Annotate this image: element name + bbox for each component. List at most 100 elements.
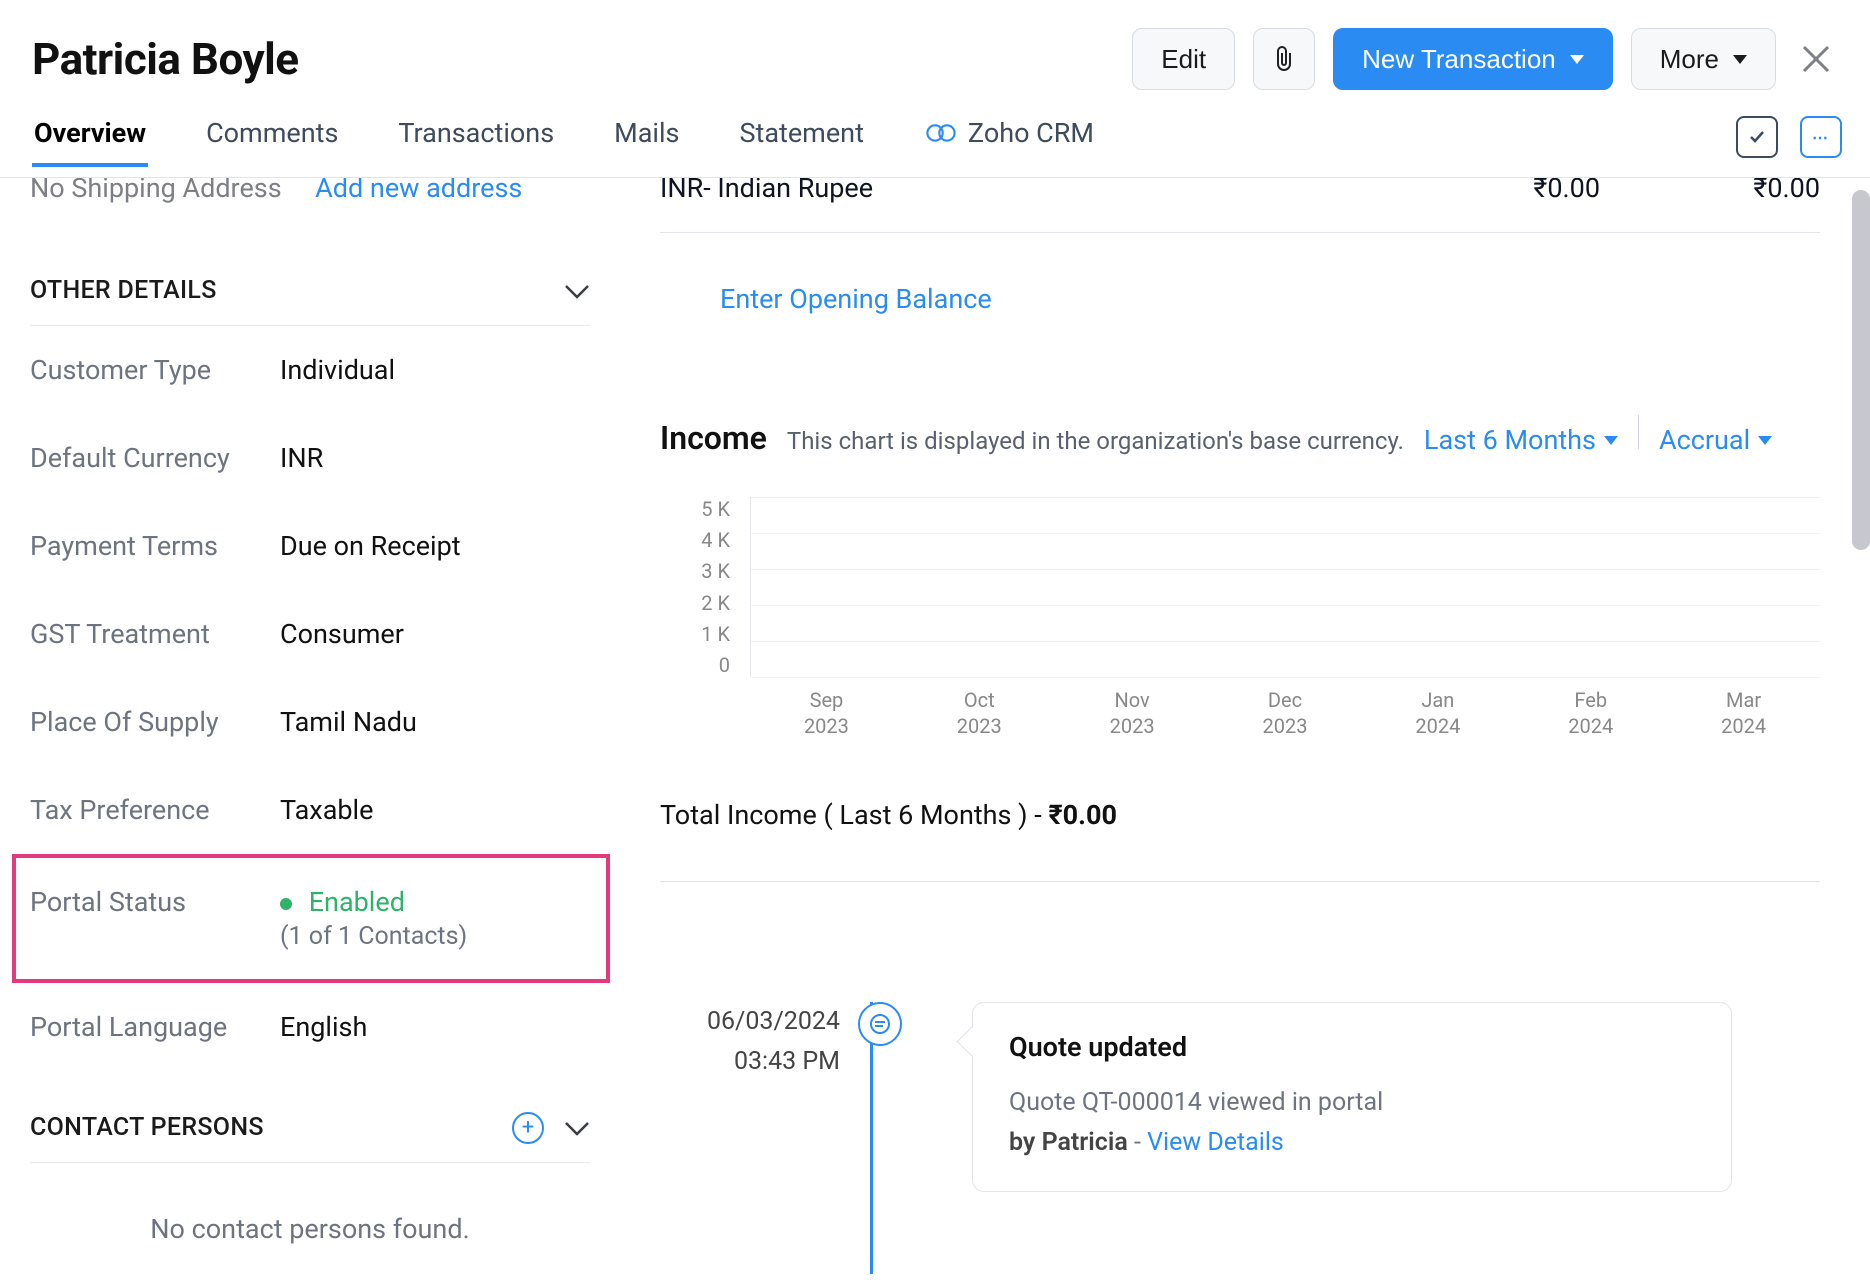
event-timestamp: 06/03/2024 03:43 PM xyxy=(660,1002,840,1082)
y-tick: 1 K xyxy=(701,622,730,646)
event-title: Quote updated xyxy=(1009,1031,1695,1063)
separator xyxy=(1638,415,1639,449)
other-details-header[interactable]: OTHER DETAILS xyxy=(30,274,590,326)
tab-mails[interactable]: Mails xyxy=(612,117,681,167)
contact-persons-title: CONTACT PERSONS xyxy=(30,1113,264,1142)
y-tick: 2 K xyxy=(701,591,730,615)
chat-dots-icon: ⋯ xyxy=(1812,128,1830,147)
page-title: Patricia Boyle xyxy=(32,33,299,85)
gridline xyxy=(751,533,1820,534)
value-portal-status: Enabled xyxy=(280,886,467,918)
value-default-currency: INR xyxy=(280,442,323,474)
x-tick: Nov2023 xyxy=(1056,687,1209,739)
x-tick: Mar2024 xyxy=(1667,687,1820,739)
basis-dropdown[interactable]: Accrual xyxy=(1659,424,1772,456)
event-card: Quote updated Quote QT-000014 viewed in … xyxy=(972,1002,1732,1192)
close-icon xyxy=(1800,43,1832,75)
label-tax-preference: Tax Preference xyxy=(30,794,280,826)
scrollbar[interactable] xyxy=(1852,190,1870,550)
currency-balance-row: INR- Indian Rupee ₹0.00 ₹0.00 xyxy=(660,178,1820,233)
attachment-button[interactable] xyxy=(1253,28,1315,90)
gridline xyxy=(751,677,1820,678)
portal-status-text: Enabled xyxy=(309,886,405,918)
total-income-label: Total Income ( Last 6 Months ) - xyxy=(660,799,1048,831)
chart-y-axis: 5 K4 K3 K2 K1 K0 xyxy=(660,497,730,677)
row-payment-terms: Payment Terms Due on Receipt xyxy=(30,502,590,590)
enter-opening-balance-link[interactable]: Enter Opening Balance xyxy=(720,283,992,315)
new-transaction-button[interactable]: New Transaction xyxy=(1333,28,1613,90)
gridline xyxy=(751,569,1820,570)
caret-down-icon xyxy=(1570,55,1584,64)
event-body-text: Quote QT-000014 viewed in portal xyxy=(1009,1088,1383,1117)
y-tick: 4 K xyxy=(701,528,730,552)
shipping-address-label: No Shipping Address xyxy=(30,178,282,204)
caret-down-icon xyxy=(1733,55,1747,64)
total-income-row: Total Income ( Last 6 Months ) - ₹0.00 xyxy=(660,799,1820,882)
x-tick: Dec2023 xyxy=(1209,687,1362,739)
checklist-icon-button[interactable] xyxy=(1736,116,1778,158)
row-tax-preference: Tax Preference Taxable xyxy=(30,766,590,854)
event-sep: - xyxy=(1134,1128,1147,1157)
zoho-crm-icon xyxy=(924,121,958,145)
chat-icon-button[interactable]: ⋯ xyxy=(1800,116,1842,158)
currency-amount-1: ₹0.00 xyxy=(1420,178,1600,204)
y-tick: 5 K xyxy=(701,497,730,521)
row-portal-language: Portal Language English xyxy=(30,983,590,1071)
x-tick: Feb2024 xyxy=(1514,687,1667,739)
label-customer-type: Customer Type xyxy=(30,354,280,386)
tab-transactions[interactable]: Transactions xyxy=(396,117,556,167)
more-button[interactable]: More xyxy=(1631,28,1776,90)
range-dropdown[interactable]: Last 6 Months xyxy=(1424,424,1618,456)
chevron-down-icon xyxy=(564,1111,590,1144)
label-portal-language: Portal Language xyxy=(30,1011,280,1043)
close-button[interactable] xyxy=(1794,37,1838,81)
y-tick: 0 xyxy=(719,653,730,677)
more-label: More xyxy=(1660,44,1719,75)
tab-zoho-crm[interactable]: Zoho CRM xyxy=(922,117,1096,167)
value-payment-terms: Due on Receipt xyxy=(280,530,461,562)
contact-persons-header[interactable]: CONTACT PERSONS + xyxy=(30,1111,590,1163)
x-tick: Jan2024 xyxy=(1361,687,1514,739)
chart-x-axis: Sep2023Oct2023Nov2023Dec2023Jan2024Feb20… xyxy=(750,687,1820,739)
income-title: Income xyxy=(660,419,767,457)
activity-timeline: 06/03/2024 03:43 PM Quote updated Quote … xyxy=(660,1002,1820,1192)
label-portal-status: Portal Status xyxy=(30,886,280,918)
basis-label: Accrual xyxy=(1659,424,1750,456)
tab-comments[interactable]: Comments xyxy=(204,117,340,167)
row-gst-treatment: GST Treatment Consumer xyxy=(30,590,590,678)
currency-label: INR- Indian Rupee xyxy=(660,178,1380,204)
row-place-of-supply: Place Of Supply Tamil Nadu xyxy=(30,678,590,766)
event-time: 03:43 PM xyxy=(660,1042,840,1082)
label-gst-treatment: GST Treatment xyxy=(30,618,280,650)
event-dot xyxy=(858,1002,902,1046)
timeline-event: 06/03/2024 03:43 PM Quote updated Quote … xyxy=(660,1002,1820,1192)
chart-plot-area xyxy=(750,497,1820,677)
income-chart: 5 K4 K3 K2 K1 K0 xyxy=(660,497,1820,677)
chevron-down-icon xyxy=(564,274,590,307)
message-icon xyxy=(869,1013,891,1035)
total-income-value: ₹0.00 xyxy=(1048,799,1117,831)
row-default-currency: Default Currency INR xyxy=(30,414,590,502)
value-portal-language: English xyxy=(280,1011,367,1043)
add-address-link[interactable]: Add new address xyxy=(315,178,522,204)
label-place-of-supply: Place Of Supply xyxy=(30,706,280,738)
main-panel: INR- Indian Rupee ₹0.00 ₹0.00 Enter Open… xyxy=(620,178,1870,1274)
tab-overview[interactable]: Overview xyxy=(32,117,148,167)
edit-button[interactable]: Edit xyxy=(1132,28,1235,90)
event-by-name: Patricia xyxy=(1042,1128,1128,1157)
view-details-link[interactable]: View Details xyxy=(1147,1123,1284,1163)
x-tick: Sep2023 xyxy=(750,687,903,739)
row-customer-type: Customer Type Individual xyxy=(30,326,590,414)
value-place-of-supply: Tamil Nadu xyxy=(280,706,417,738)
event-body: Quote QT-000014 viewed in portal by Patr… xyxy=(1009,1083,1695,1163)
tab-statement[interactable]: Statement xyxy=(737,117,865,167)
tab-zoho-crm-label: Zoho CRM xyxy=(968,117,1094,149)
x-tick: Oct2023 xyxy=(903,687,1056,739)
label-default-currency: Default Currency xyxy=(30,442,280,474)
paperclip-icon xyxy=(1272,45,1296,73)
gridline xyxy=(751,641,1820,642)
value-customer-type: Individual xyxy=(280,354,395,386)
add-contact-person-button[interactable]: + xyxy=(512,1112,544,1144)
row-portal-status: Portal Status Enabled (1 of 1 Contacts) xyxy=(12,854,610,983)
caret-down-icon xyxy=(1604,436,1618,445)
